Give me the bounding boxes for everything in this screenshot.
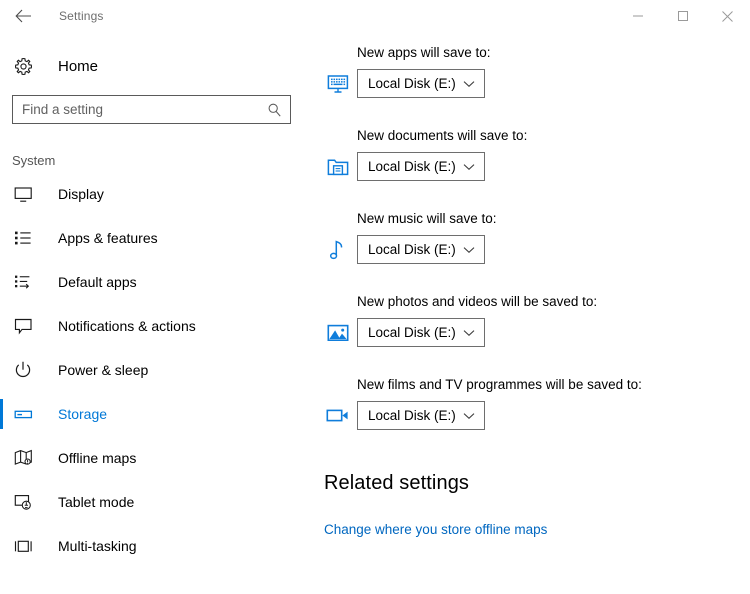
sidebar-item-storage[interactable]: Storage [0,392,310,436]
photos-picture-icon [322,323,353,343]
dropdown-value: Local Disk (E:) [368,325,456,340]
dropdown-value: Local Disk (E:) [368,76,456,91]
dropdown-value: Local Disk (E:) [368,159,456,174]
minimize-icon [632,10,644,22]
close-button[interactable] [705,0,750,32]
minimize-button[interactable] [615,0,660,32]
search-box[interactable] [12,95,291,124]
save-location-films: New films and TV programmes will be save… [310,376,750,430]
documents-folder-icon [322,157,353,177]
save-location-row: Local Disk (E:) [310,235,750,264]
dropdown-value: Local Disk (E:) [368,408,456,423]
speech-bubble-icon [14,318,38,335]
main-content: New apps will save to: Local Disk (E:) N… [310,32,750,594]
maximize-icon [677,10,689,22]
chevron-down-icon [463,246,475,254]
sidebar-item-tablet-mode[interactable]: Tablet mode [0,480,310,524]
save-location-photos: New photos and videos will be saved to: … [310,293,750,347]
drive-icon [14,408,38,421]
video-camera-icon [322,407,353,424]
power-icon [14,361,38,379]
multitask-window-icon [14,539,38,554]
save-location-row: Local Disk (E:) [310,318,750,347]
save-location-row: Local Disk (E:) [310,152,750,181]
save-location-dropdown[interactable]: Local Disk (E:) [357,69,485,98]
save-location-label: New photos and videos will be saved to: [357,294,598,309]
gear-icon [14,57,40,76]
chevron-down-icon [463,80,475,88]
map-icon [14,449,38,467]
sidebar-item-apps-features[interactable]: Apps & features [0,216,310,260]
chevron-down-icon [463,163,475,171]
save-location-row: Local Disk (E:) [310,69,750,98]
back-button[interactable] [0,0,46,32]
related-settings-heading: Related settings [324,472,470,494]
sidebar-item-offline-maps[interactable]: Offline maps [0,436,310,480]
sidebar-nav-list: Display Apps & features Default apps Not… [0,172,310,568]
search-icon [267,102,282,117]
sidebar-item-multi-tasking[interactable]: Multi-tasking [0,524,310,568]
sidebar-item-power-sleep[interactable]: Power & sleep [0,348,310,392]
monitor-icon [14,186,38,203]
sidebar-item-label: Storage [58,406,108,422]
save-location-documents: New documents will save to: Local Disk (… [310,127,750,181]
save-location-dropdown[interactable]: Local Disk (E:) [357,152,485,181]
search-input[interactable] [13,96,290,123]
list-bullets-icon [14,230,38,246]
sidebar-item-label: Tablet mode [58,494,135,510]
dropdown-value: Local Disk (E:) [368,242,456,257]
save-location-label: New music will save to: [357,211,497,226]
sidebar-item-notifications-actions[interactable]: Notifications & actions [0,304,310,348]
back-arrow-icon [14,9,32,23]
tablet-hand-icon [14,494,38,511]
settings-window: Settings Home Find a setting System Disp… [0,0,750,594]
chevron-down-icon [463,412,475,420]
sidebar-item-label: Offline maps [58,450,137,466]
sidebar-section-header: System [12,153,56,168]
save-location-dropdown[interactable]: Local Disk (E:) [357,235,485,264]
list-arrow-icon [14,274,38,290]
music-note-icon [322,239,353,261]
save-location-dropdown[interactable]: Local Disk (E:) [357,318,485,347]
sidebar-item-display[interactable]: Display [0,172,310,216]
chevron-down-icon [463,329,475,337]
offline-maps-link[interactable]: Change where you store offline maps [324,522,547,537]
save-location-dropdown[interactable]: Local Disk (E:) [357,401,485,430]
sidebar-item-label: Notifications & actions [58,318,196,334]
sidebar-item-label: Display [58,186,104,202]
sidebar-item-label: Multi-tasking [58,538,137,554]
apps-monitor-icon [322,74,353,94]
save-location-label: New apps will save to: [357,45,491,60]
window-title: Settings [59,9,104,23]
save-location-label: New films and TV programmes will be save… [357,377,642,392]
sidebar-item-home[interactable]: Home [0,46,310,86]
window-controls [615,0,750,32]
title-bar: Settings [0,0,750,32]
save-location-label: New documents will save to: [357,128,528,143]
sidebar-item-label: Apps & features [58,230,158,246]
close-icon [721,10,734,23]
save-location-row: Local Disk (E:) [310,401,750,430]
sidebar-item-default-apps[interactable]: Default apps [0,260,310,304]
sidebar-item-label: Default apps [58,274,137,290]
sidebar-item-label: Power & sleep [58,362,149,378]
home-label: Home [58,57,99,75]
save-location-apps: New apps will save to: Local Disk (E:) [310,44,750,98]
save-location-music: New music will save to: Local Disk (E:) [310,210,750,264]
sidebar: Home System [0,32,310,594]
maximize-button[interactable] [660,0,705,32]
